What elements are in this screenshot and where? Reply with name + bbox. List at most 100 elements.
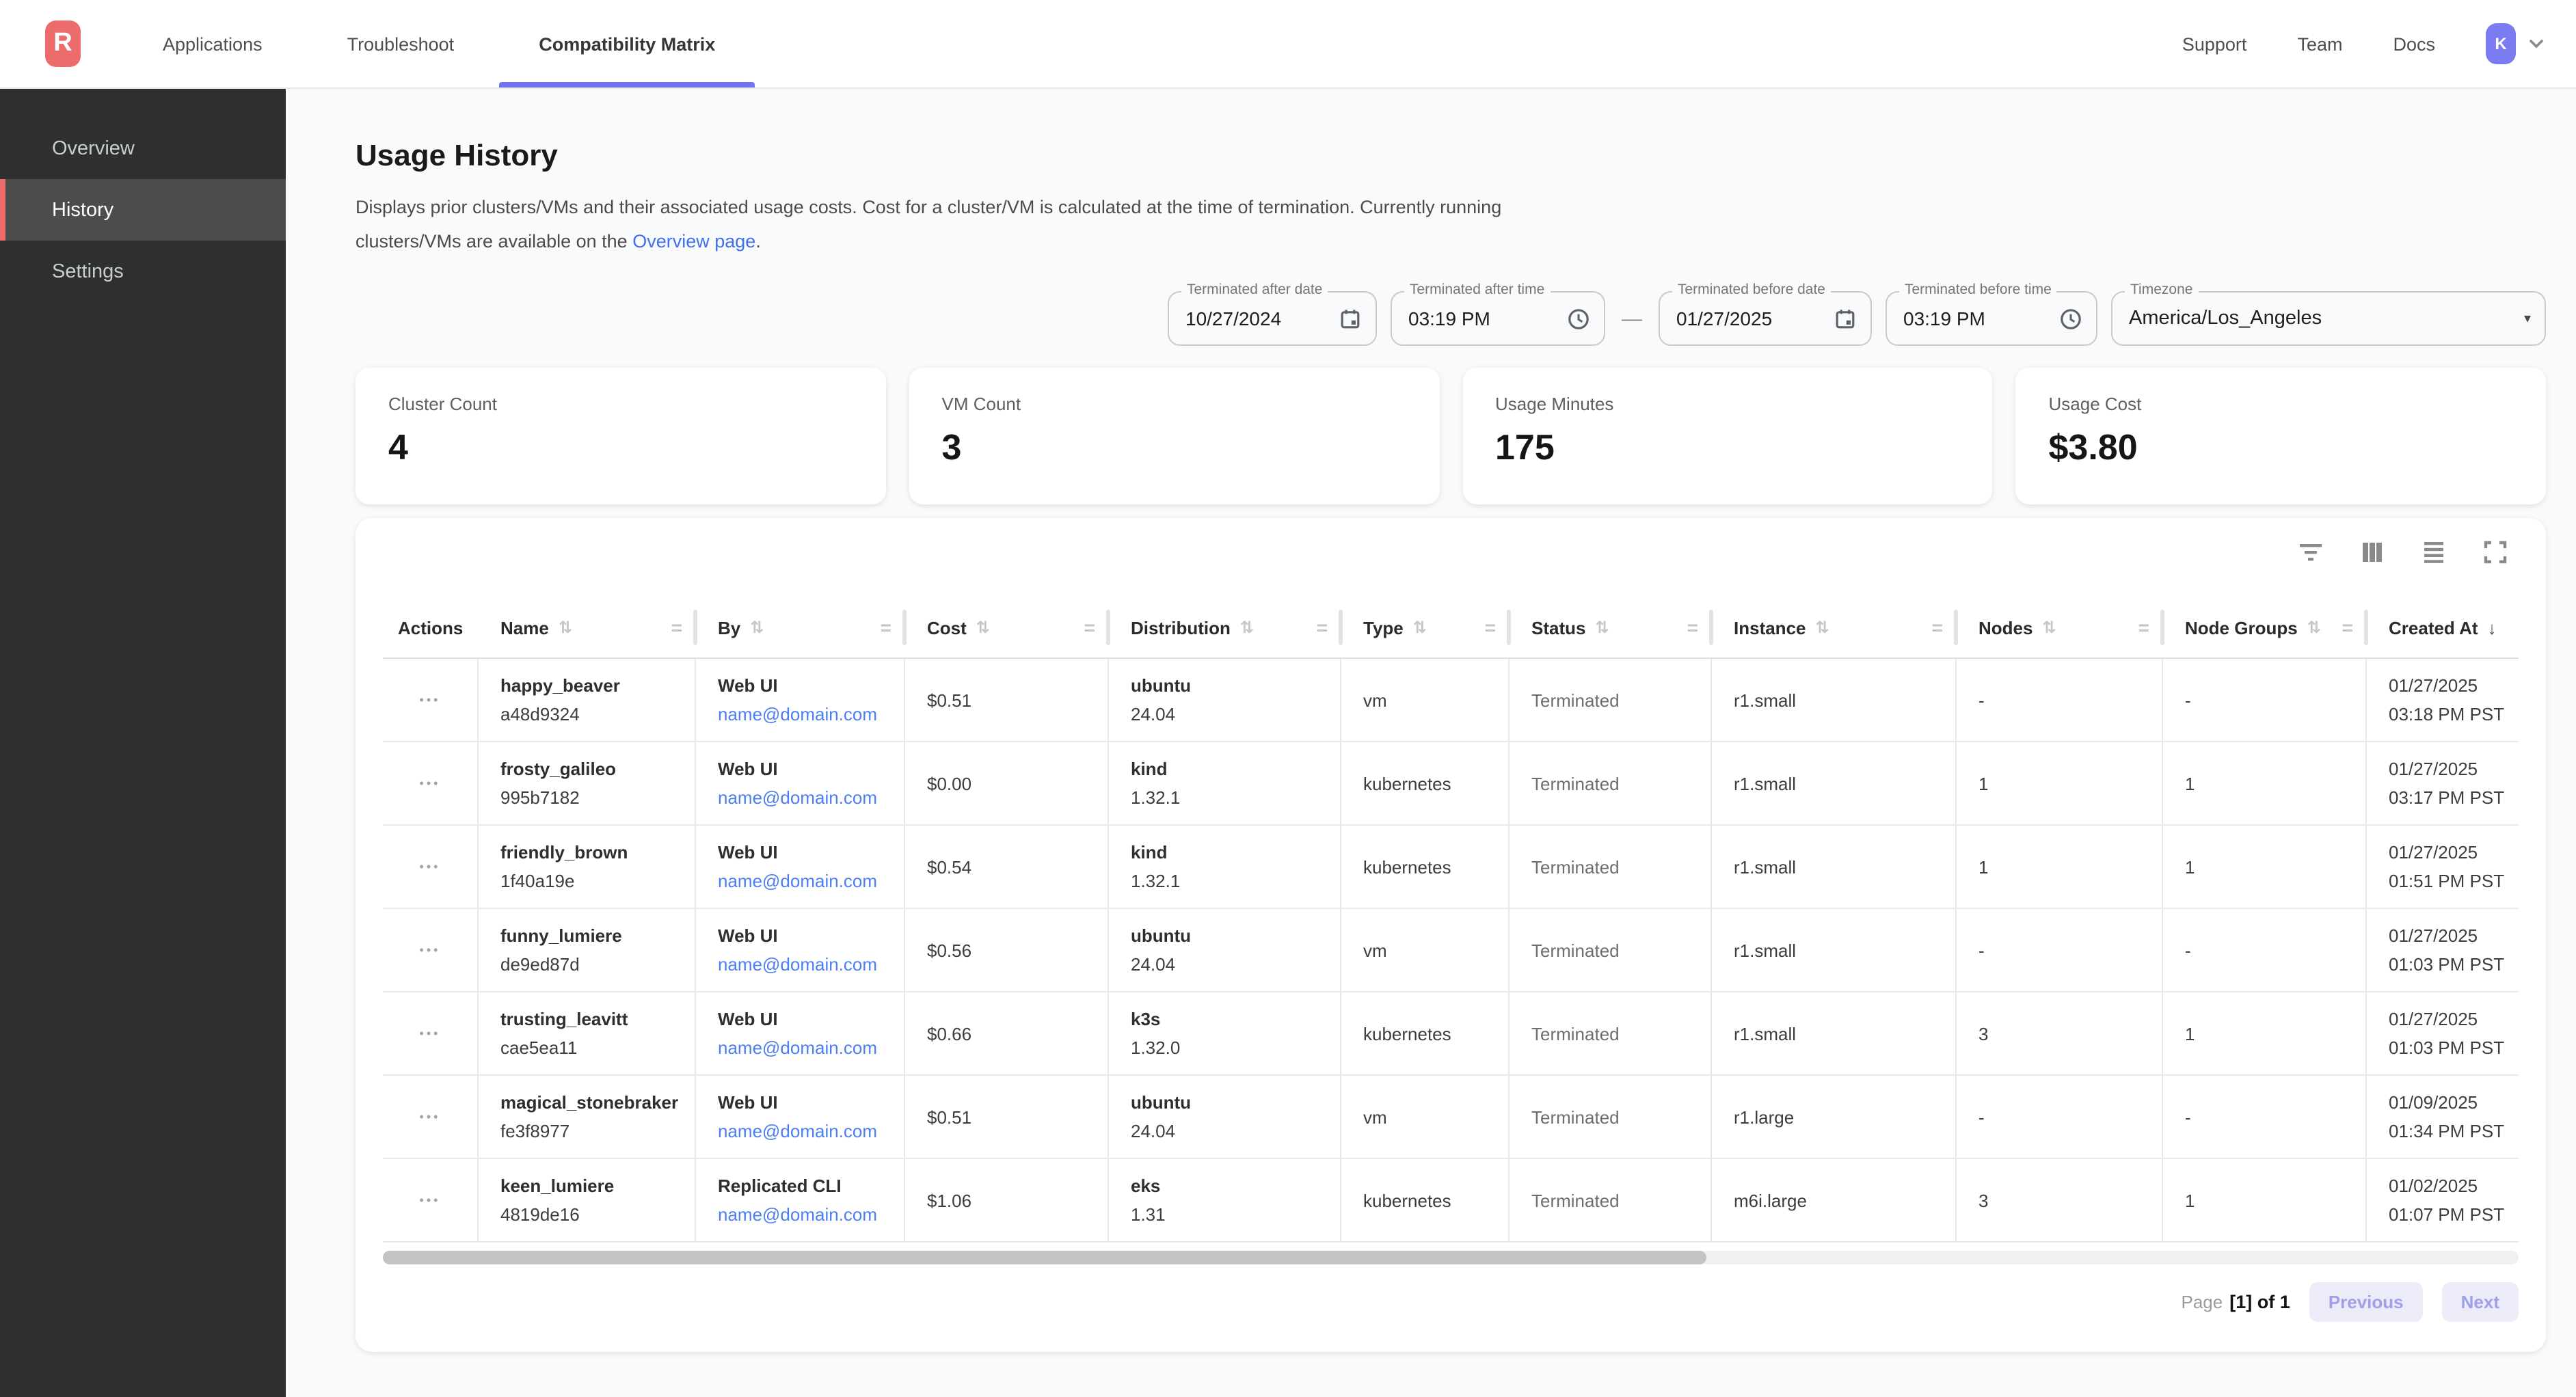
page-label: Page bbox=[2182, 1292, 2223, 1312]
column-header-node-groups[interactable]: Node Groups⇅= bbox=[2163, 597, 2367, 657]
filter-icon[interactable] bbox=[2298, 540, 2323, 565]
row-actions-button[interactable]: ••• bbox=[383, 992, 479, 1074]
fullscreen-icon[interactable] bbox=[2483, 540, 2508, 565]
row-actions-button[interactable]: ••• bbox=[383, 1159, 479, 1241]
sort-icon[interactable]: ⇅ bbox=[750, 618, 764, 637]
row-actions-button[interactable]: ••• bbox=[383, 909, 479, 991]
column-header-cost[interactable]: Cost⇅= bbox=[905, 597, 1109, 657]
column-header-type[interactable]: Type⇅= bbox=[1341, 597, 1510, 657]
email-link[interactable]: name@domain.com bbox=[718, 1204, 904, 1225]
sort-icon[interactable]: ⇅ bbox=[1595, 618, 1609, 637]
status-badge: Terminated bbox=[1531, 856, 1710, 877]
row-actions-button[interactable]: ••• bbox=[383, 826, 479, 908]
overview-page-link[interactable]: Overview page bbox=[632, 231, 755, 252]
chevron-down-icon[interactable] bbox=[2527, 34, 2546, 53]
row-actions-button[interactable]: ••• bbox=[383, 1076, 479, 1158]
tab-troubleshoot[interactable]: Troubleshoot bbox=[340, 0, 461, 87]
sidebar: Overview History Settings bbox=[0, 89, 286, 1397]
column-menu-icon[interactable]: = bbox=[1687, 616, 1698, 638]
timezone-select[interactable]: Timezone America/Los_Angeles ▾ bbox=[2111, 291, 2546, 346]
cell-type: kubernetes bbox=[1341, 826, 1510, 908]
sidebar-item-settings[interactable]: Settings bbox=[0, 241, 286, 302]
cell-instance: r1.small bbox=[1712, 742, 1957, 824]
stat-card-vm-count: VM Count 3 bbox=[909, 368, 1440, 504]
cell-nodes: 3 bbox=[1957, 1159, 2163, 1241]
page-title: Usage History bbox=[355, 138, 2546, 174]
more-actions-icon: ••• bbox=[420, 693, 441, 707]
nav-link-docs[interactable]: Docs bbox=[2393, 33, 2435, 54]
terminated-before-date-field[interactable]: Terminated before date 01/27/2025 bbox=[1659, 291, 1872, 346]
sort-icon[interactable]: ⇅ bbox=[976, 618, 990, 637]
sidebar-item-history[interactable]: History bbox=[0, 179, 286, 241]
email-link[interactable]: name@domain.com bbox=[718, 1037, 904, 1058]
sort-icon[interactable]: ⇅ bbox=[559, 618, 572, 637]
avatar-initial: K bbox=[2495, 34, 2506, 53]
terminated-after-date-field[interactable]: Terminated after date 10/27/2024 bbox=[1168, 291, 1377, 346]
table-row: ••• frosty_galileo995b7182 Web UIname@do… bbox=[383, 742, 2519, 826]
email-link[interactable]: name@domain.com bbox=[718, 954, 904, 975]
clock-icon[interactable] bbox=[2059, 307, 2082, 330]
density-icon[interactable] bbox=[2421, 540, 2446, 565]
email-link[interactable]: name@domain.com bbox=[718, 871, 904, 891]
calendar-icon[interactable] bbox=[1339, 307, 1362, 330]
terminated-after-time-field[interactable]: Terminated after time 03:19 PM bbox=[1391, 291, 1605, 346]
horizontal-scrollbar[interactable] bbox=[383, 1251, 2519, 1264]
terminated-before-time-field[interactable]: Terminated before time 03:19 PM bbox=[1886, 291, 2097, 346]
next-page-button[interactable]: Next bbox=[2442, 1282, 2519, 1322]
email-link[interactable]: name@domain.com bbox=[718, 1121, 904, 1141]
column-menu-icon[interactable]: = bbox=[1317, 616, 1328, 638]
sort-icon[interactable]: ⇅ bbox=[1816, 618, 1829, 637]
column-header-by[interactable]: By⇅= bbox=[696, 597, 905, 657]
cell-distribution: ubuntu24.04 bbox=[1109, 1076, 1341, 1158]
cell-created-at: 01/02/202501:07 PM PST bbox=[2367, 1159, 2519, 1241]
status-badge: Terminated bbox=[1531, 690, 1710, 710]
cell-by: Web UIname@domain.com bbox=[696, 1076, 905, 1158]
column-menu-icon[interactable]: = bbox=[1485, 616, 1496, 638]
sort-icon[interactable]: ⇅ bbox=[2042, 618, 2056, 637]
email-link[interactable]: name@domain.com bbox=[718, 704, 904, 724]
column-header-name[interactable]: Name⇅= bbox=[479, 597, 696, 657]
column-header-status[interactable]: Status⇅= bbox=[1510, 597, 1712, 657]
cell-nodes: - bbox=[1957, 659, 2163, 741]
column-menu-icon[interactable]: = bbox=[2342, 616, 2353, 638]
replicated-logo[interactable]: R bbox=[45, 21, 81, 67]
scrollbar-thumb[interactable] bbox=[383, 1251, 1707, 1264]
column-menu-icon[interactable]: = bbox=[2138, 616, 2149, 638]
columns-icon[interactable] bbox=[2360, 540, 2385, 565]
column-menu-icon[interactable]: = bbox=[881, 616, 891, 638]
avatar[interactable]: K bbox=[2486, 23, 2516, 64]
email-link[interactable]: name@domain.com bbox=[718, 787, 904, 808]
sort-icon[interactable]: ⇅ bbox=[1413, 618, 1427, 637]
cell-nodes: - bbox=[1957, 1076, 2163, 1158]
cell-nodes: 1 bbox=[1957, 826, 2163, 908]
row-actions-button[interactable]: ••• bbox=[383, 659, 479, 741]
status-badge: Terminated bbox=[1531, 1107, 1710, 1127]
column-header-instance[interactable]: Instance⇅= bbox=[1712, 597, 1957, 657]
cell-status: Terminated bbox=[1510, 826, 1712, 908]
column-menu-icon[interactable]: = bbox=[1084, 616, 1095, 638]
calendar-icon[interactable] bbox=[1834, 307, 1857, 330]
column-menu-icon[interactable]: = bbox=[671, 616, 682, 638]
sort-icon[interactable]: ⇅ bbox=[2307, 618, 2321, 637]
cell-instance: r1.small bbox=[1712, 826, 1957, 908]
cell-nodes: - bbox=[1957, 909, 2163, 991]
sidebar-item-overview[interactable]: Overview bbox=[0, 118, 286, 179]
nav-link-support[interactable]: Support bbox=[2182, 33, 2247, 54]
row-actions-button[interactable]: ••• bbox=[383, 742, 479, 824]
sort-icon[interactable]: ⇅ bbox=[1240, 618, 1254, 637]
tab-compatibility-matrix[interactable]: Compatibility Matrix bbox=[532, 0, 722, 87]
nav-link-team[interactable]: Team bbox=[2297, 33, 2342, 54]
pagination: Page [1] of 1 Previous Next bbox=[383, 1282, 2519, 1322]
sort-desc-icon[interactable]: ↓ bbox=[2488, 617, 2497, 638]
clock-icon[interactable] bbox=[1567, 307, 1590, 330]
column-header-distribution[interactable]: Distribution⇅= bbox=[1109, 597, 1341, 657]
previous-page-button[interactable]: Previous bbox=[2309, 1282, 2423, 1322]
column-header-created-at[interactable]: Created At↓ bbox=[2367, 597, 2519, 657]
column-header-nodes[interactable]: Nodes⇅= bbox=[1957, 597, 2163, 657]
tab-applications[interactable]: Applications bbox=[156, 0, 269, 87]
cell-status: Terminated bbox=[1510, 909, 1712, 991]
cell-status: Terminated bbox=[1510, 1159, 1712, 1241]
column-menu-icon[interactable]: = bbox=[1932, 616, 1943, 638]
cell-type: vm bbox=[1341, 1076, 1510, 1158]
cell-type: vm bbox=[1341, 909, 1510, 991]
